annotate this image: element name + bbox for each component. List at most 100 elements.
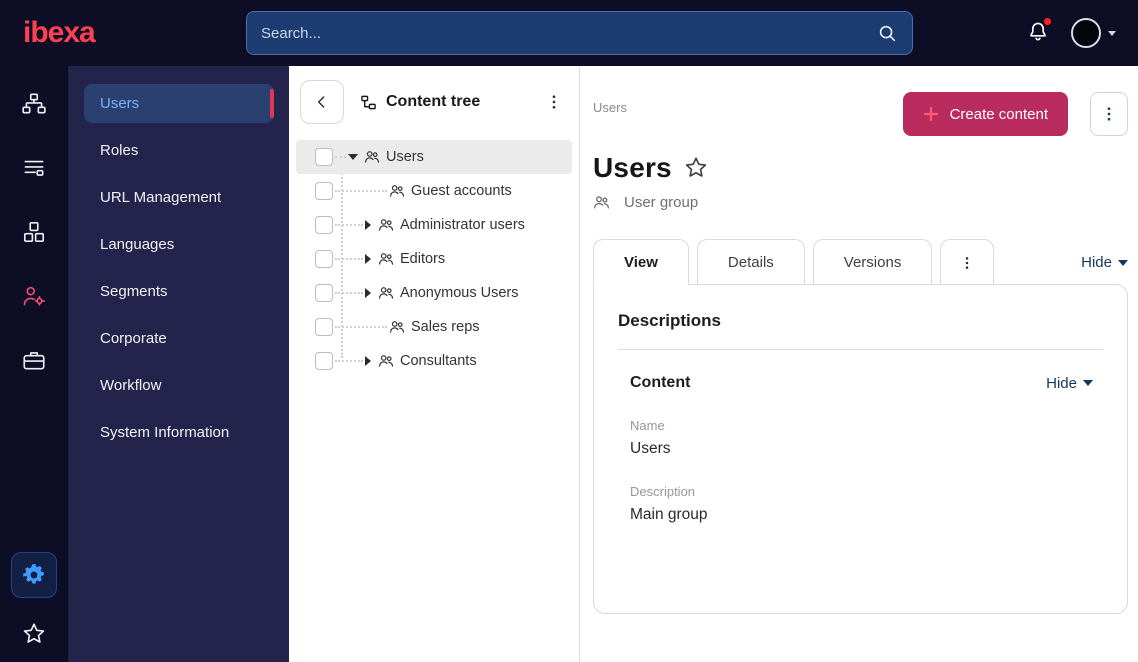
admin-list-icon[interactable] (20, 154, 48, 182)
divider (618, 349, 1103, 350)
content-tree-title-group: Content tree (360, 93, 480, 111)
tree-item-label: Sales reps (411, 319, 480, 335)
admin-side-menu: Users Roles URL Management Languages Seg… (69, 66, 289, 662)
chevron-down-icon[interactable] (1108, 30, 1116, 36)
user-group-icon (378, 285, 394, 301)
content-tree-title: Content tree (386, 93, 481, 110)
tree-item-label: Editors (400, 251, 446, 267)
search-input[interactable] (261, 24, 876, 42)
tree-item-guest-accounts[interactable]: Guest accounts (296, 174, 572, 208)
content-tree-panel: Content tree Users Guest accounts Admini… (289, 66, 580, 662)
user-menu[interactable] (1071, 18, 1116, 48)
caret-right-icon[interactable] (365, 254, 371, 264)
content-tree-list: Users Guest accounts Administrator users… (289, 136, 579, 378)
tab-view[interactable]: View (593, 239, 689, 285)
sidebar-item-url-management[interactable]: URL Management (84, 178, 274, 217)
tree-item-label: Administrator users (400, 217, 525, 233)
tree-item-administrator-users[interactable]: Administrator users (296, 208, 572, 242)
user-group-icon (378, 217, 394, 233)
content-type-label: User group (624, 194, 699, 211)
user-group-icon (389, 183, 405, 199)
content-section: Content Hide Name Users Description Main… (618, 374, 1103, 524)
tree-item-sales-reps[interactable]: Sales reps (296, 310, 572, 344)
sidebar-item-corporate[interactable]: Corporate (84, 319, 274, 358)
search-icon[interactable] (876, 22, 898, 44)
content-type-row: User group (593, 194, 1128, 211)
admin-section-active[interactable] (11, 552, 57, 598)
tree-checkbox[interactable] (315, 216, 333, 234)
main-header: Users Create content (593, 92, 1128, 136)
sidebar-item-system-information[interactable]: System Information (84, 413, 274, 452)
breadcrumb[interactable]: Users (593, 100, 627, 115)
user-group-icon (593, 194, 610, 211)
view-tab-panel: Descriptions Content Hide Name Users Des… (593, 284, 1128, 614)
topbar-right (1025, 18, 1116, 48)
avatar[interactable] (1071, 18, 1101, 48)
content-structure-icon[interactable] (20, 90, 48, 118)
tree-item-users[interactable]: Users (296, 140, 572, 174)
tree-options-kebab-icon[interactable] (543, 91, 565, 113)
hide-content-section-toggle[interactable]: Hide (1046, 375, 1093, 392)
tab-versions[interactable]: Versions (812, 239, 933, 285)
tree-item-anonymous-users[interactable]: Anonymous Users (296, 276, 572, 310)
notifications-bell-icon[interactable] (1025, 18, 1051, 46)
collapse-tree-button[interactable] (300, 80, 344, 124)
tree-item-label: Users (386, 149, 424, 165)
tree-checkbox[interactable] (315, 318, 333, 336)
bookmarks-star-icon[interactable] (20, 620, 48, 648)
field-value-description: Main group (630, 506, 708, 523)
header-actions: Create content (902, 92, 1128, 136)
global-search[interactable] (246, 11, 913, 55)
tree-checkbox[interactable] (315, 250, 333, 268)
main-content: Users Create content Users User group Vi… (580, 66, 1138, 662)
field-label-name: Name (630, 418, 665, 433)
chevron-down-icon (1118, 259, 1128, 266)
hide-tabs-toggle[interactable]: Hide (1081, 254, 1128, 271)
field-label-description: Description (630, 484, 696, 499)
sidebar-item-workflow[interactable]: Workflow (84, 366, 274, 405)
tab-overflow-kebab-icon[interactable] (940, 239, 995, 285)
user-group-icon (378, 353, 394, 369)
tree-checkbox[interactable] (315, 182, 333, 200)
tabs: View Details Versions Hide (593, 239, 1128, 285)
create-content-label: Create content (949, 105, 1048, 123)
ibexa-logo[interactable]: ibexa (23, 16, 246, 50)
topbar: ibexa (0, 0, 1138, 66)
notification-dot (1044, 18, 1051, 25)
tree-item-consultants[interactable]: Consultants (296, 344, 572, 378)
page-title: Users (593, 152, 672, 183)
tree-item-label: Anonymous Users (400, 285, 519, 301)
create-content-button[interactable]: Create content (902, 92, 1068, 136)
tree-checkbox[interactable] (315, 352, 333, 370)
tree-checkbox[interactable] (315, 148, 333, 166)
caret-right-icon[interactable] (365, 220, 371, 230)
plus-icon (923, 106, 939, 122)
tree-item-label: Guest accounts (411, 183, 512, 199)
hide-label: Hide (1081, 254, 1112, 271)
caret-down-icon[interactable] (348, 154, 358, 160)
user-group-icon (389, 319, 405, 335)
more-options-kebab-button[interactable] (1090, 92, 1128, 136)
user-group-icon (364, 149, 380, 165)
tree-item-editors[interactable]: Editors (296, 242, 572, 276)
caret-right-icon[interactable] (365, 288, 371, 298)
tree-checkbox[interactable] (315, 284, 333, 302)
sidebar-item-users[interactable]: Users (84, 84, 274, 123)
sidebar-item-roles[interactable]: Roles (84, 131, 274, 170)
corporate-icon[interactable] (20, 346, 48, 374)
rail-bottom (11, 552, 57, 648)
content-tree-header: Content tree (289, 66, 579, 136)
content-section-header: Content Hide (630, 374, 1103, 392)
bookmark-star-icon[interactable] (683, 155, 709, 181)
caret-right-icon[interactable] (365, 356, 371, 366)
sidebar-item-segments[interactable]: Segments (84, 272, 274, 311)
modules-icon[interactable] (20, 218, 48, 246)
user-group-icon (378, 251, 394, 267)
hide-label: Hide (1046, 374, 1077, 392)
field-value-name: Users (630, 440, 671, 457)
user-settings-icon[interactable] (20, 282, 48, 310)
sidebar-item-languages[interactable]: Languages (84, 225, 274, 264)
descriptions-heading: Descriptions (618, 311, 721, 330)
tab-details[interactable]: Details (696, 239, 805, 285)
content-section-title: Content (630, 374, 691, 391)
